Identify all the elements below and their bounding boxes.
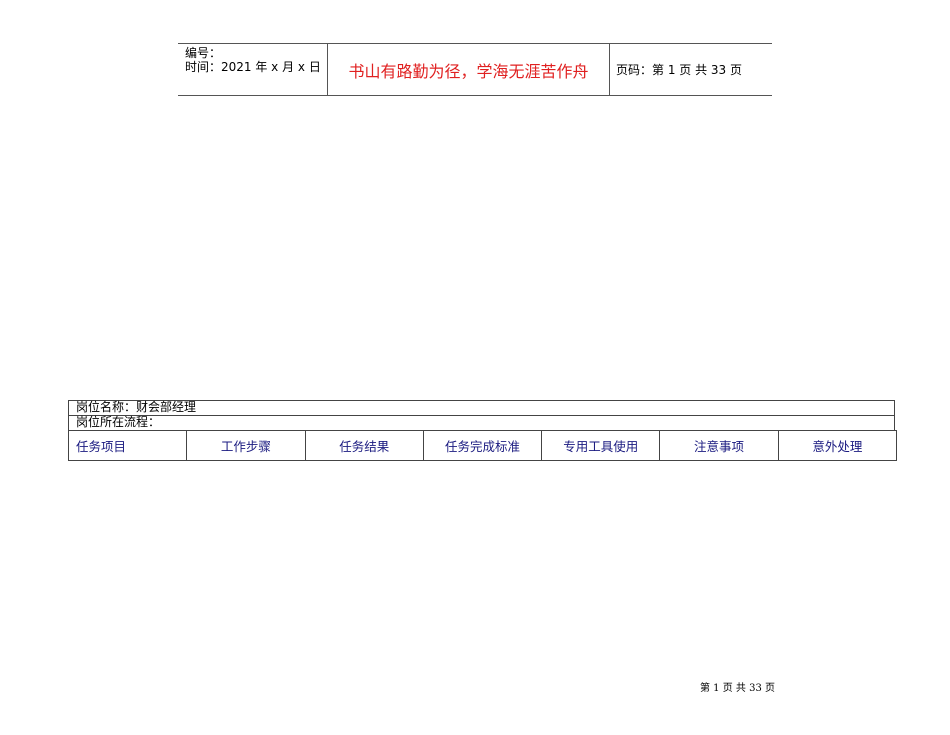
col-completion-standard: 任务完成标准 <box>422 430 543 461</box>
position-name: 岗位名称：财会部经理 <box>68 400 895 416</box>
number-label: 编号： <box>185 46 222 60</box>
time-label: 时间：2021 年 x 月 x 日 <box>185 60 321 74</box>
position-process: 岗位所在流程： <box>68 415 895 431</box>
header-meta: 编号： 时间：2021 年 x 月 x 日 <box>178 44 328 95</box>
col-task-item: 任务项目 <box>67 430 188 461</box>
col-task-result: 任务结果 <box>304 430 424 461</box>
task-table: 任务项目 工作步骤 任务结果 任务完成标准 专用工具使用 注意事项 意外处理 <box>67 430 898 461</box>
col-tools: 专用工具使用 <box>541 430 661 461</box>
page-header: 编号： 时间：2021 年 x 月 x 日 书山有路勤为径，学海无涯苦作舟 页码… <box>178 43 772 96</box>
page-footer: 第 1 页 共 33 页 <box>700 683 775 694</box>
col-notes: 注意事项 <box>659 430 779 461</box>
page-info: 页码：第 1 页 共 33 页 <box>616 63 742 77</box>
col-work-steps: 工作步骤 <box>186 430 306 461</box>
col-exceptions: 意外处理 <box>777 430 898 461</box>
motto: 书山有路勤为径，学海无涯苦作舟 <box>328 44 610 95</box>
